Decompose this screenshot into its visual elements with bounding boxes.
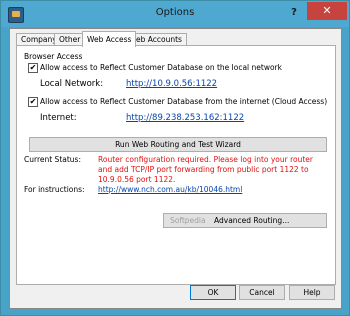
- instructions-label: For instructions:: [24, 185, 85, 194]
- ok-button[interactable]: OK: [190, 285, 236, 300]
- local-network-link[interactable]: http://10.9.0.56:1122: [126, 79, 217, 89]
- help-button[interactable]: Help: [289, 285, 335, 300]
- options-window: Options ? ✕ Company Other Web Access Web…: [0, 0, 350, 316]
- tab-web-access[interactable]: Web Access: [82, 31, 137, 47]
- cancel-button[interactable]: Cancel: [239, 285, 285, 300]
- advanced-routing-label: Advanced Routing...: [214, 216, 290, 225]
- current-status-label: Current Status:: [24, 155, 81, 164]
- internet-access-label[interactable]: Allow access to Reflect Customer Databas…: [40, 97, 327, 106]
- local-access-label[interactable]: Allow access to Reflect Customer Databas…: [40, 63, 282, 72]
- title-bar[interactable]: Options ? ✕: [1, 1, 349, 27]
- internet-access-checkbox[interactable]: ✔: [28, 97, 38, 107]
- internet-link[interactable]: http://89.238.253.162:1122: [126, 113, 244, 123]
- softpedia-watermark: Softpedia: [170, 216, 206, 225]
- local-access-checkbox[interactable]: ✔: [28, 63, 38, 73]
- instructions-link[interactable]: http://www.nch.com.au/kb/10046.html: [98, 185, 242, 194]
- close-button[interactable]: ✕: [307, 2, 347, 20]
- advanced-routing-button[interactable]: Softpedia Advanced Routing...: [163, 213, 327, 228]
- local-network-label: Local Network:: [40, 79, 104, 89]
- run-wizard-button[interactable]: Run Web Routing and Test Wizard: [29, 137, 327, 152]
- web-access-panel: Browser Access ✔ Allow access to Reflect…: [16, 45, 336, 285]
- current-status-text: Router configuration required. Please lo…: [98, 155, 314, 184]
- dialog-body: Company Other Web Access Web Accounts Br…: [9, 28, 342, 309]
- internet-label: Internet:: [40, 113, 77, 123]
- browser-access-label: Browser Access: [24, 52, 83, 61]
- help-icon[interactable]: ?: [287, 6, 301, 20]
